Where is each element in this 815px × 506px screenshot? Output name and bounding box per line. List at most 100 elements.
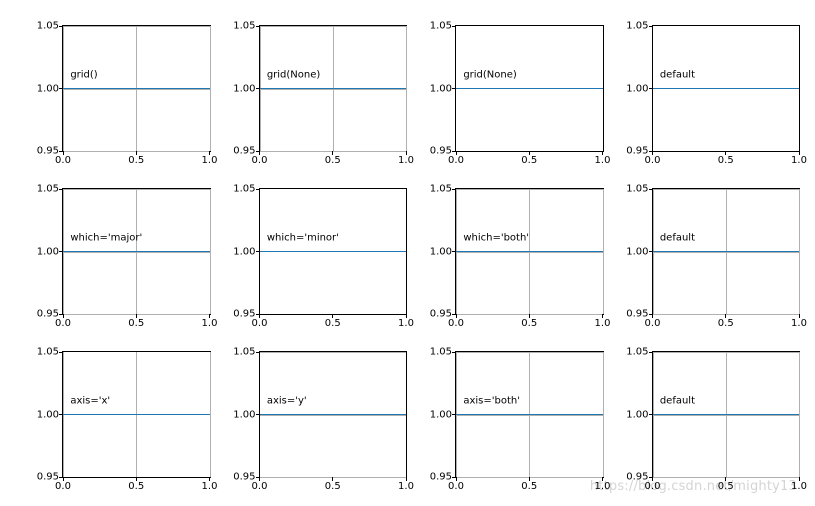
subplot-1-2: 0.951.001.050.00.51.0which='both' (455, 188, 604, 315)
x-tick-label: 0.5 (521, 314, 537, 329)
gridline-x (406, 26, 407, 151)
x-tick-label: 0.0 (645, 314, 661, 329)
subplot-annotation: which='minor' (267, 232, 339, 243)
y-tick-label: 1.05 (233, 347, 259, 358)
axes: 0.951.001.050.00.51.0axis='y' (259, 351, 408, 478)
subplot-0-2: 0.951.001.050.00.51.0grid(None) (455, 25, 604, 152)
x-tick-label: 0.5 (128, 314, 144, 329)
gridline-x (603, 189, 604, 314)
gridline-y (260, 352, 407, 353)
data-line (653, 88, 800, 90)
subplot-0-0: 0.951.001.050.00.51.0grid() (62, 25, 211, 152)
gridline-y (63, 26, 210, 27)
x-tick-label: 1.0 (202, 151, 218, 166)
x-tick-label: 0.0 (448, 314, 464, 329)
x-tick-label: 1.0 (791, 151, 807, 166)
y-tick-label: 1.00 (626, 409, 652, 420)
x-tick-label: 0.5 (521, 151, 537, 166)
x-tick-label: 1.0 (595, 314, 611, 329)
gridline-y (653, 189, 800, 190)
x-tick-label: 0.5 (325, 477, 341, 492)
x-tick-label: 1.0 (398, 151, 414, 166)
data-line (63, 414, 210, 416)
axes: 0.951.001.050.00.51.0grid() (62, 25, 211, 152)
data-line (653, 251, 800, 253)
x-tick-label: 0.5 (128, 477, 144, 492)
x-tick-label: 1.0 (791, 314, 807, 329)
watermark: https://blog.csdn.net/mighty13 (590, 479, 797, 494)
subplot-annotation: default (660, 69, 695, 80)
x-tick-label: 1.0 (202, 314, 218, 329)
subplot-2-1: 0.951.001.050.00.51.0axis='y' (259, 351, 408, 478)
subplot-0-3: 0.951.001.050.00.51.0default (652, 25, 801, 152)
gridline-x (210, 189, 211, 314)
axes: 0.951.001.050.00.51.0grid(None) (455, 25, 604, 152)
subplot-annotation: which='major' (70, 232, 142, 243)
y-tick-label: 1.00 (233, 246, 259, 257)
subplot-1-1: 0.951.001.050.00.51.0which='minor' (259, 188, 408, 315)
subplot-1-3: 0.951.001.050.00.51.0default (652, 188, 801, 315)
gridline-y (260, 26, 407, 27)
x-tick-label: 0.0 (645, 477, 661, 492)
y-tick-label: 1.05 (626, 347, 652, 358)
y-tick-label: 1.00 (233, 83, 259, 94)
y-tick-label: 1.05 (626, 21, 652, 32)
axes: 0.951.001.050.00.51.0grid(None) (259, 25, 408, 152)
y-tick-label: 1.00 (37, 409, 63, 420)
y-tick-label: 1.05 (430, 21, 456, 32)
y-tick-label: 1.00 (626, 246, 652, 257)
gridline-y (456, 352, 603, 353)
x-tick-label: 0.0 (252, 151, 268, 166)
gridline-y (653, 352, 800, 353)
x-tick-label: 0.5 (718, 314, 734, 329)
y-tick-label: 1.00 (430, 246, 456, 257)
x-tick-label: 0.0 (448, 477, 464, 492)
data-line (260, 414, 407, 416)
y-tick-label: 1.05 (37, 21, 63, 32)
y-tick-label: 1.05 (430, 347, 456, 358)
x-tick-label: 0.5 (718, 477, 734, 492)
data-line (653, 414, 800, 416)
subplot-annotation: grid(None) (463, 69, 516, 80)
x-tick-label: 0.0 (55, 151, 71, 166)
gridline-x (210, 352, 211, 477)
axes: 0.951.001.050.00.51.0default (652, 188, 801, 315)
y-tick-label: 1.00 (233, 409, 259, 420)
gridline-x (603, 352, 604, 477)
subplot-annotation: default (660, 232, 695, 243)
x-tick-label: 0.0 (645, 151, 661, 166)
subplot-annotation: which='both' (463, 232, 529, 243)
y-tick-label: 1.05 (233, 21, 259, 32)
axes: 0.951.001.050.00.51.0axis='x' (62, 351, 211, 478)
data-line (456, 88, 603, 90)
y-tick-label: 1.00 (430, 409, 456, 420)
x-tick-label: 0.5 (128, 151, 144, 166)
figure: https://blog.csdn.net/mighty13 0.951.001… (0, 0, 815, 506)
subplot-1-0: 0.951.001.050.00.51.0which='major' (62, 188, 211, 315)
y-tick-label: 1.00 (626, 83, 652, 94)
y-tick-label: 1.05 (430, 184, 456, 195)
x-tick-label: 0.5 (718, 151, 734, 166)
x-tick-label: 0.5 (521, 477, 537, 492)
gridline-x (210, 26, 211, 151)
axes: 0.951.001.050.00.51.0axis='both' (455, 351, 604, 478)
data-line (63, 88, 210, 90)
data-line (456, 251, 603, 253)
axes: 0.951.001.050.00.51.0which='minor' (259, 188, 408, 315)
x-tick-label: 1.0 (398, 314, 414, 329)
gridline-y (456, 189, 603, 190)
subplot-2-0: 0.951.001.050.00.51.0axis='x' (62, 351, 211, 478)
subplot-2-3: 0.951.001.050.00.51.0default (652, 351, 801, 478)
gridline-y (63, 189, 210, 190)
axes: 0.951.001.050.00.51.0default (652, 25, 801, 152)
axes: 0.951.001.050.00.51.0default (652, 351, 801, 478)
subplot-annotation: axis='y' (267, 395, 307, 406)
data-line (456, 414, 603, 416)
subplot-annotation: axis='both' (463, 395, 520, 406)
y-tick-label: 1.00 (430, 83, 456, 94)
subplot-0-1: 0.951.001.050.00.51.0grid(None) (259, 25, 408, 152)
axes: 0.951.001.050.00.51.0which='both' (455, 188, 604, 315)
y-tick-label: 1.00 (37, 83, 63, 94)
x-tick-label: 0.0 (55, 477, 71, 492)
subplot-annotation: axis='x' (70, 395, 110, 406)
